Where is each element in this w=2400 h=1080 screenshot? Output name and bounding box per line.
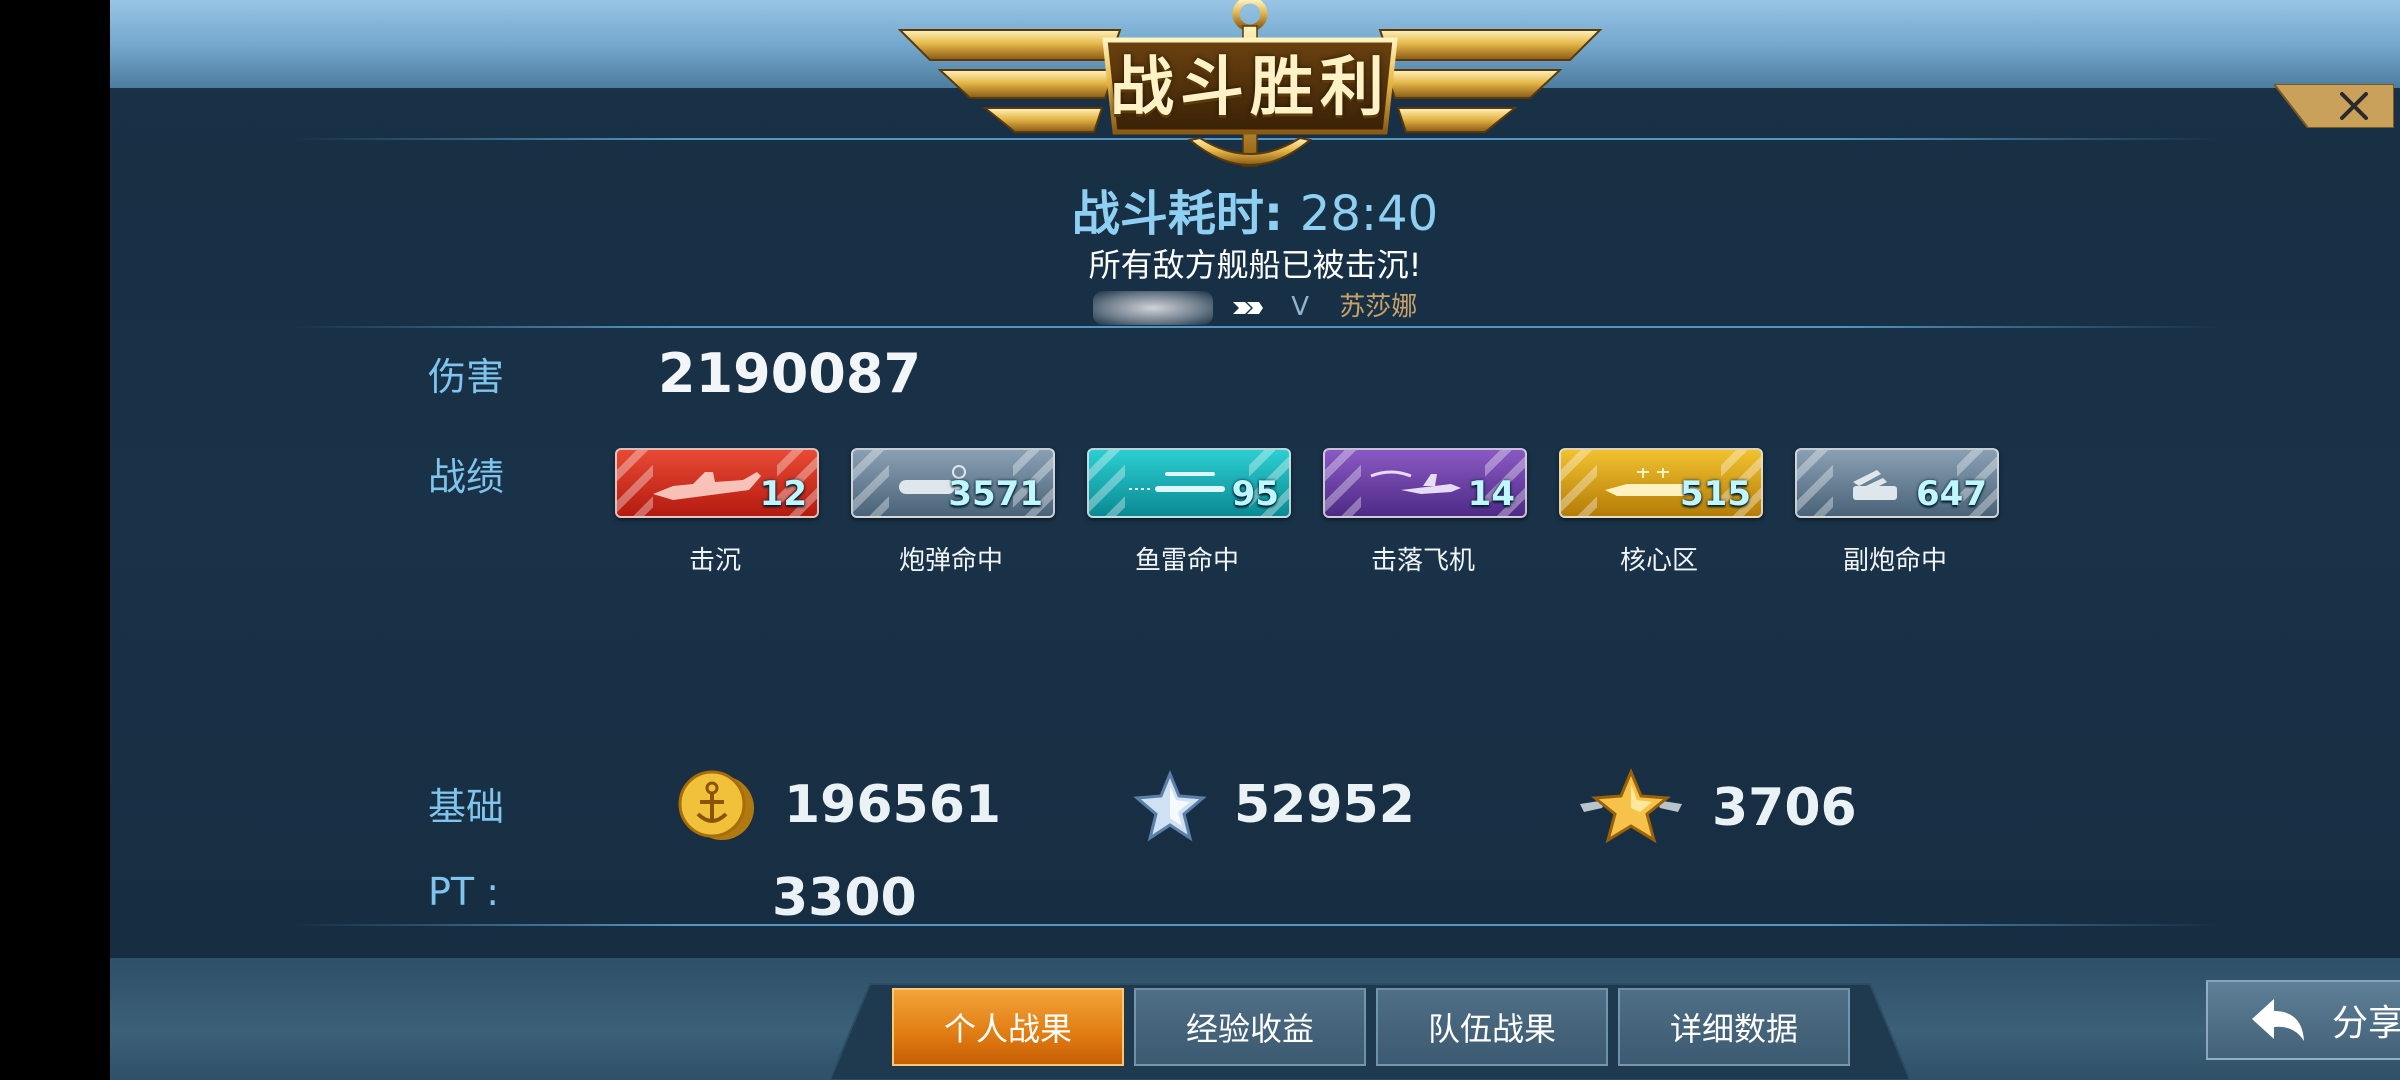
stat-sunk: 12 击沉: [615, 448, 819, 578]
stat-caption: 击沉: [688, 546, 741, 576]
stat-tile: 647: [1795, 448, 1999, 518]
panel-divider-mid: [290, 326, 2220, 328]
stat-secondary-hits: 647 副炮命中: [1795, 448, 1999, 578]
tab-personal-results[interactable]: 个人战果: [892, 988, 1124, 1066]
panel-divider-bottom: [290, 924, 2220, 926]
stat-planes-downed: 14 击落飞机: [1323, 448, 1527, 578]
plane-icon: [1370, 470, 1461, 494]
stat-torpedo-hits: 95 鱼雷命中: [1087, 448, 1291, 578]
silver-star-icon: [1133, 770, 1207, 842]
player-name-redacted: [1092, 290, 1213, 325]
stat-tile: 515: [1559, 448, 1763, 518]
close-icon: [2274, 84, 2394, 128]
stat-caption: 击落飞机: [1370, 546, 1475, 576]
game-screen: 战斗胜利 战斗耗时: 28:40 所有敌方舰船已被击沉! V 苏莎娜 伤害 21…: [110, 0, 2400, 1080]
base-coins: 196561: [672, 768, 1001, 842]
victory-message: 所有敌方舰船已被击沉!: [1088, 246, 1422, 284]
gold-coin-icon: [678, 770, 754, 840]
gold-star-value: 3706: [1712, 778, 1857, 838]
gold-star-icon: [1580, 768, 1682, 844]
stat-value: 647: [1916, 474, 1987, 514]
stat-core-hits: 515 核心区: [1559, 448, 1763, 578]
player-info: V 苏莎娜: [110, 286, 2400, 325]
share-label: 分享: [2331, 1003, 2400, 1044]
close-button[interactable]: [2274, 84, 2394, 128]
victory-title: 战斗胜利: [1110, 51, 1390, 125]
coins-value: 196561: [784, 775, 1002, 835]
share-arrow-icon: [2251, 999, 2304, 1041]
battle-duration: 战斗耗时: 28:40: [110, 174, 2400, 244]
warship-sink-icon: [653, 472, 761, 500]
stat-shell-hits: 3571 炮弹命中: [851, 448, 1055, 578]
tab-exp-earnings[interactable]: 经验收益: [1134, 988, 1366, 1066]
stat-value: 3571: [948, 474, 1043, 514]
player-ship-name: 苏莎娜: [1339, 292, 1418, 322]
tab-detailed-data[interactable]: 详细数据: [1618, 988, 1850, 1066]
stat-value: 14: [1467, 474, 1515, 514]
player-level: V: [1291, 292, 1310, 322]
damage-label: 伤害: [428, 355, 505, 399]
torpedo-icon: [1129, 472, 1225, 492]
stat-caption: 炮弹命中: [898, 546, 1003, 576]
victory-emblem: 战斗胜利: [890, 0, 1610, 180]
battle-duration-value: 28:40: [1299, 186, 1439, 242]
rank-badge-icon: [1232, 293, 1263, 323]
stat-value: 12: [759, 474, 807, 514]
record-label: 战绩: [428, 455, 505, 499]
base-gold-star: 3706: [1576, 768, 1857, 848]
silver-star-value: 52952: [1234, 775, 1415, 835]
stat-caption: 鱼雷命中: [1134, 546, 1239, 576]
base-label: 基础: [428, 785, 505, 829]
base-silver-star: 52952: [1132, 768, 1415, 842]
battle-duration-label: 战斗耗时:: [1071, 186, 1284, 242]
stat-tile: 14: [1323, 448, 1527, 518]
stat-tile: 12: [615, 448, 819, 518]
damage-value: 2190087: [658, 342, 922, 405]
stat-value: 515: [1680, 474, 1751, 514]
pt-label: PT :: [428, 870, 500, 914]
stat-tile: 3571: [851, 448, 1055, 518]
tab-team-results[interactable]: 队伍战果: [1376, 988, 1608, 1066]
share-button[interactable]: 分享: [2206, 980, 2400, 1060]
pt-value: 3300: [772, 868, 917, 928]
stat-tile: 95: [1087, 448, 1291, 518]
stat-caption: 核心区: [1619, 546, 1698, 576]
stat-value: 95: [1231, 474, 1279, 514]
stat-caption: 副炮命中: [1842, 546, 1947, 576]
